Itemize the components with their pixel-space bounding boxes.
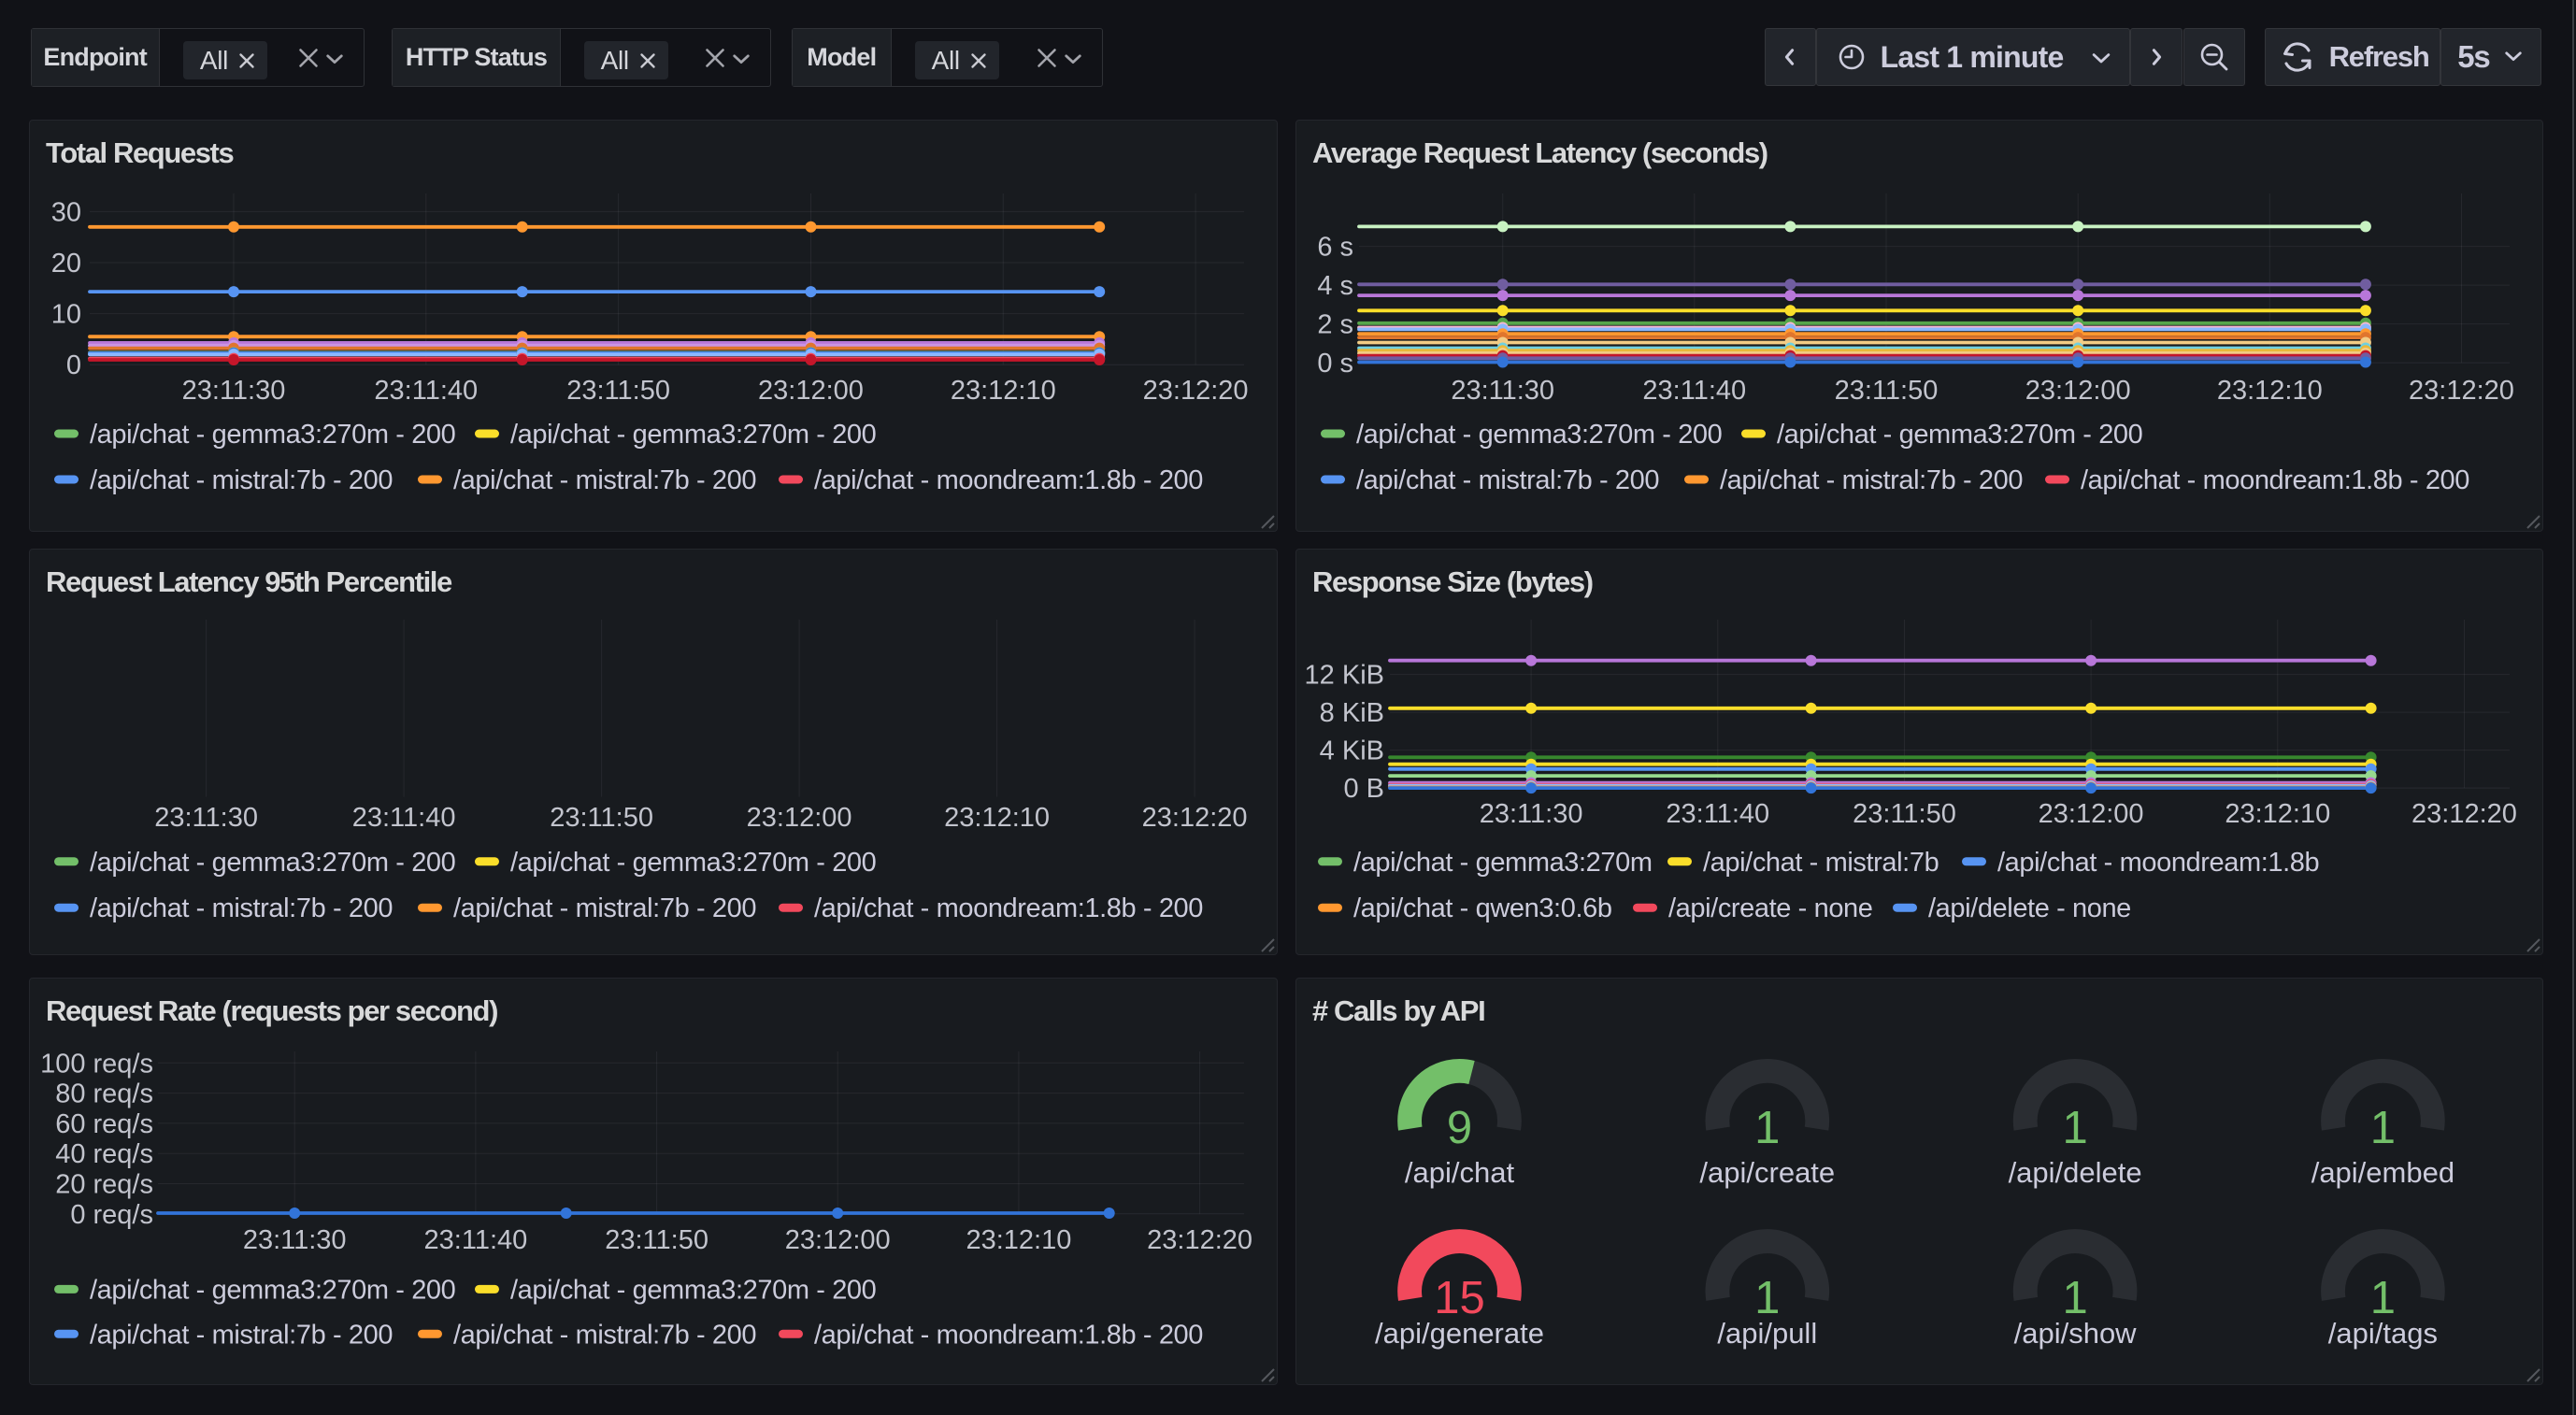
svg-text:8 KiB: 8 KiB bbox=[1320, 698, 1384, 728]
svg-text:9: 9 bbox=[1447, 1103, 1472, 1153]
svg-text:23:11:40: 23:11:40 bbox=[1666, 799, 1769, 829]
svg-text:23:11:30: 23:11:30 bbox=[243, 1225, 347, 1255]
svg-text:4 KiB: 4 KiB bbox=[1320, 736, 1384, 766]
svg-text:12 KiB: 12 KiB bbox=[1305, 661, 1384, 691]
svg-text:60 req/s: 60 req/s bbox=[55, 1109, 153, 1139]
svg-text:/api/chat - gemma3:270m - 200: /api/chat - gemma3:270m - 200 bbox=[90, 1275, 455, 1305]
svg-text:/api/create: /api/create bbox=[1699, 1156, 1835, 1189]
svg-text:23:11:40: 23:11:40 bbox=[424, 1225, 528, 1255]
svg-text:/api/chat - moondream:1.8b - 2: /api/chat - moondream:1.8b - 200 bbox=[2081, 465, 2469, 495]
svg-text:/api/chat - qwen3:0.6b: /api/chat - qwen3:0.6b bbox=[1353, 893, 1612, 923]
svg-text:23:12:00: 23:12:00 bbox=[758, 376, 864, 406]
svg-text:23:11:50: 23:11:50 bbox=[605, 1225, 708, 1255]
svg-text:10: 10 bbox=[51, 300, 81, 330]
svg-text:23:12:10: 23:12:10 bbox=[944, 803, 1050, 833]
svg-text:23:11:50: 23:11:50 bbox=[550, 803, 653, 833]
svg-text:/api/chat - moondream:1.8b: /api/chat - moondream:1.8b bbox=[1997, 848, 2319, 878]
svg-text:23:11:30: 23:11:30 bbox=[1451, 376, 1554, 406]
svg-text:/api/chat - gemma3:270m - 200: /api/chat - gemma3:270m - 200 bbox=[90, 848, 455, 878]
svg-text:23:11:40: 23:11:40 bbox=[1642, 376, 1746, 406]
svg-text:/api/chat - gemma3:270m - 200: /api/chat - gemma3:270m - 200 bbox=[1356, 420, 1722, 450]
svg-text:1: 1 bbox=[2062, 1273, 2087, 1323]
svg-text:1: 1 bbox=[2370, 1103, 2396, 1153]
svg-text:4 s: 4 s bbox=[1317, 271, 1353, 301]
svg-text:1: 1 bbox=[2062, 1103, 2087, 1153]
svg-text:23:12:00: 23:12:00 bbox=[747, 803, 852, 833]
svg-text:15: 15 bbox=[1434, 1273, 1485, 1323]
svg-text:2 s: 2 s bbox=[1317, 310, 1353, 340]
svg-text:20: 20 bbox=[51, 249, 81, 279]
svg-text:23:12:20: 23:12:20 bbox=[1142, 803, 1248, 833]
svg-text:23:12:10: 23:12:10 bbox=[951, 376, 1056, 406]
svg-text:/api/chat - gemma3:270m - 200: /api/chat - gemma3:270m - 200 bbox=[1777, 420, 2142, 450]
svg-text:40 req/s: 40 req/s bbox=[55, 1139, 153, 1169]
svg-text:/api/delete - none: /api/delete - none bbox=[1928, 893, 2131, 923]
svg-text:100 req/s: 100 req/s bbox=[40, 1049, 153, 1079]
svg-text:80 req/s: 80 req/s bbox=[55, 1079, 153, 1109]
svg-text:/api/delete: /api/delete bbox=[2009, 1156, 2142, 1189]
svg-text:23:11:50: 23:11:50 bbox=[1835, 376, 1939, 406]
svg-text:/api/chat - mistral:7b - 200: /api/chat - mistral:7b - 200 bbox=[1720, 465, 2023, 495]
svg-text:23:11:40: 23:11:40 bbox=[374, 376, 478, 406]
svg-text:/api/embed: /api/embed bbox=[2311, 1156, 2454, 1189]
svg-text:/api/chat - mistral:7b - 200: /api/chat - mistral:7b - 200 bbox=[90, 1320, 393, 1350]
svg-text:23:12:20: 23:12:20 bbox=[1147, 1225, 1252, 1255]
svg-text:23:12:10: 23:12:10 bbox=[966, 1225, 1071, 1255]
svg-text:23:11:50: 23:11:50 bbox=[1853, 799, 1956, 829]
svg-text:/api/pull: /api/pull bbox=[1717, 1317, 1817, 1350]
svg-text:/api/chat - gemma3:270m - 200: /api/chat - gemma3:270m - 200 bbox=[510, 420, 876, 450]
svg-text:23:12:00: 23:12:00 bbox=[2039, 799, 2144, 829]
svg-text:1: 1 bbox=[2370, 1273, 2396, 1323]
svg-text:/api/chat - moondream:1.8b - 2: /api/chat - moondream:1.8b - 200 bbox=[814, 1320, 1203, 1350]
svg-text:30: 30 bbox=[51, 197, 81, 227]
svg-text:/api/show: /api/show bbox=[2014, 1317, 2138, 1350]
svg-text:20 req/s: 20 req/s bbox=[55, 1170, 153, 1200]
svg-text:/api/create - none: /api/create - none bbox=[1668, 893, 1873, 923]
svg-text:1: 1 bbox=[1754, 1103, 1780, 1153]
svg-text:/api/chat - gemma3:270m - 200: /api/chat - gemma3:270m - 200 bbox=[90, 420, 455, 450]
svg-text:/api/chat - mistral:7b - 200: /api/chat - mistral:7b - 200 bbox=[453, 893, 756, 923]
svg-text:/api/generate: /api/generate bbox=[1375, 1317, 1544, 1350]
svg-text:/api/tags: /api/tags bbox=[2328, 1317, 2438, 1350]
svg-text:23:12:20: 23:12:20 bbox=[1143, 376, 1249, 406]
svg-text:0 s: 0 s bbox=[1317, 349, 1353, 379]
svg-text:23:12:20: 23:12:20 bbox=[2411, 799, 2517, 829]
svg-text:/api/chat - gemma3:270m - 200: /api/chat - gemma3:270m - 200 bbox=[510, 848, 876, 878]
svg-text:/api/chat - mistral:7b: /api/chat - mistral:7b bbox=[1703, 848, 1939, 878]
svg-text:/api/chat - mistral:7b - 200: /api/chat - mistral:7b - 200 bbox=[453, 1320, 756, 1350]
svg-text:23:11:30: 23:11:30 bbox=[182, 376, 286, 406]
svg-text:0: 0 bbox=[66, 350, 81, 380]
svg-text:/api/chat - mistral:7b - 200: /api/chat - mistral:7b - 200 bbox=[90, 893, 393, 923]
svg-text:23:11:30: 23:11:30 bbox=[154, 803, 258, 833]
svg-text:23:11:30: 23:11:30 bbox=[1480, 799, 1583, 829]
svg-text:23:12:20: 23:12:20 bbox=[2409, 376, 2514, 406]
svg-text:1: 1 bbox=[1754, 1273, 1780, 1323]
svg-text:/api/chat - mistral:7b - 200: /api/chat - mistral:7b - 200 bbox=[90, 465, 393, 495]
svg-text:/api/chat - moondream:1.8b - 2: /api/chat - moondream:1.8b - 200 bbox=[814, 893, 1203, 923]
svg-text:23:12:10: 23:12:10 bbox=[2225, 799, 2330, 829]
svg-text:6 s: 6 s bbox=[1317, 233, 1353, 263]
svg-text:23:11:50: 23:11:50 bbox=[566, 376, 670, 406]
svg-text:/api/chat - gemma3:270m: /api/chat - gemma3:270m bbox=[1353, 848, 1653, 878]
svg-text:/api/chat: /api/chat bbox=[1405, 1156, 1515, 1189]
svg-text:/api/chat - mistral:7b - 200: /api/chat - mistral:7b - 200 bbox=[1356, 465, 1659, 495]
svg-text:23:12:00: 23:12:00 bbox=[785, 1225, 891, 1255]
svg-text:/api/chat - moondream:1.8b - 2: /api/chat - moondream:1.8b - 200 bbox=[814, 465, 1203, 495]
svg-text:23:12:10: 23:12:10 bbox=[2217, 376, 2323, 406]
svg-text:/api/chat - gemma3:270m - 200: /api/chat - gemma3:270m - 200 bbox=[510, 1275, 876, 1305]
svg-text:23:12:00: 23:12:00 bbox=[2025, 376, 2131, 406]
svg-text:23:11:40: 23:11:40 bbox=[352, 803, 456, 833]
svg-text:/api/chat - mistral:7b - 200: /api/chat - mistral:7b - 200 bbox=[453, 465, 756, 495]
svg-text:0 B: 0 B bbox=[1343, 774, 1384, 804]
svg-text:0 req/s: 0 req/s bbox=[70, 1200, 153, 1230]
